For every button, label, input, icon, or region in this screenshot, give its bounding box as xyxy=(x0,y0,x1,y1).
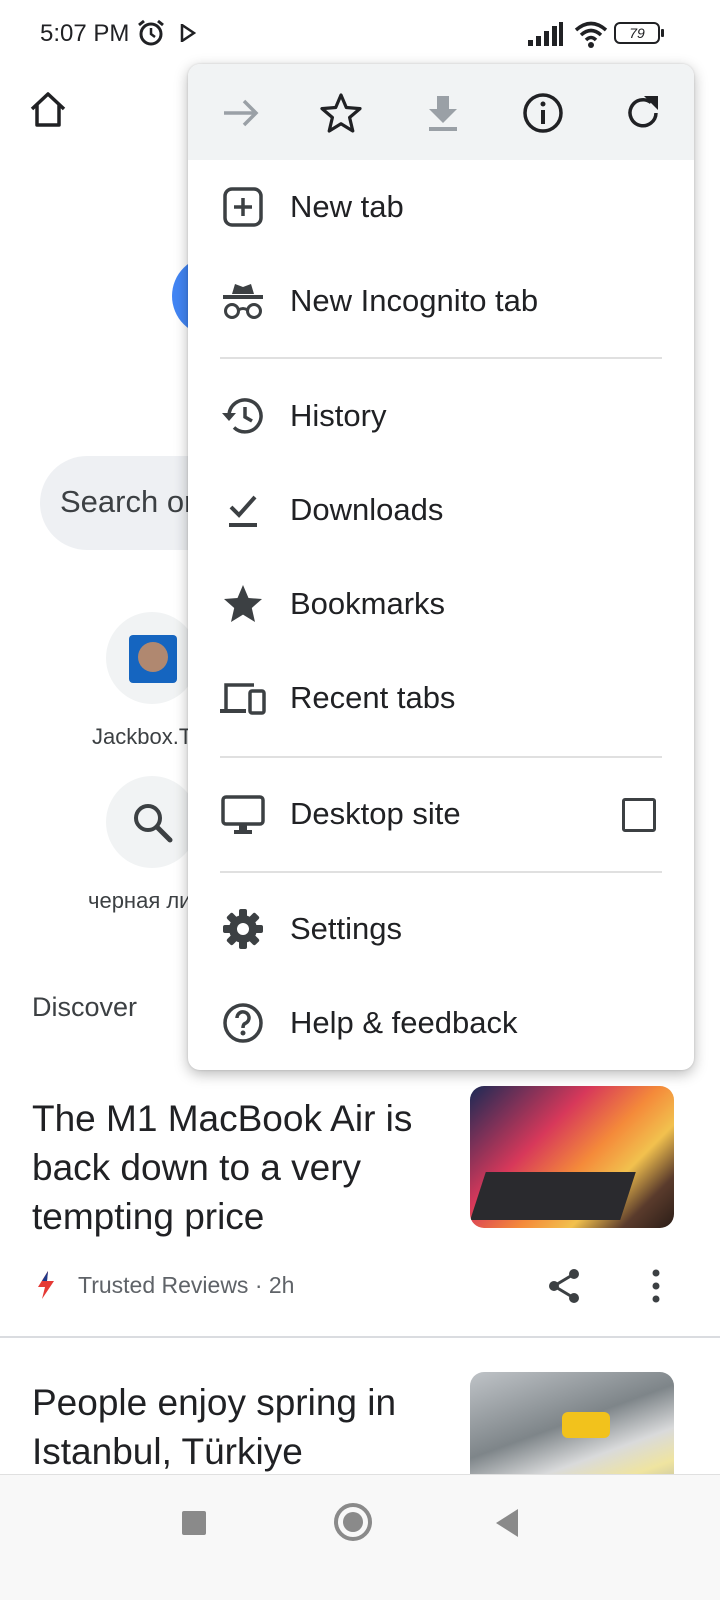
menu-item-history[interactable]: History xyxy=(188,370,694,464)
article-title[interactable]: The M1 MacBook Air is back down to a ver… xyxy=(32,1094,452,1241)
menu-divider xyxy=(220,756,662,758)
menu-item-recent-tabs[interactable]: Recent tabs xyxy=(188,652,694,746)
trusted-reviews-logo xyxy=(38,1271,54,1299)
menu-divider xyxy=(220,357,662,359)
menu-item-label: History xyxy=(290,398,387,433)
status-time: 5:07 PM xyxy=(40,20,130,47)
status-bar: 5:07 PM 79 xyxy=(0,0,720,66)
add-box-icon xyxy=(223,187,263,227)
home-icon[interactable] xyxy=(28,90,68,130)
shortcut-tile-search[interactable] xyxy=(106,776,198,868)
play-icon xyxy=(180,24,196,42)
system-nav-bar xyxy=(0,1474,720,1600)
incognito-icon xyxy=(223,284,263,319)
menu-item-label: Bookmarks xyxy=(290,586,446,621)
search-icon xyxy=(134,804,173,843)
menu-item-label: Downloads xyxy=(290,492,444,527)
download-icon[interactable] xyxy=(420,90,466,136)
signal-icon xyxy=(528,22,563,46)
jackbox-favicon xyxy=(129,635,177,683)
menu-item-settings[interactable]: Settings xyxy=(188,883,694,977)
overflow-menu: New tab New Incognito tab History Downlo… xyxy=(188,64,694,1070)
alarm-icon xyxy=(138,19,164,46)
article-title[interactable]: People enjoy spring in Istanbul, Türkiye xyxy=(32,1378,452,1476)
back-button[interactable] xyxy=(496,1509,518,1537)
arrow-forward-icon[interactable] xyxy=(218,90,264,136)
menu-item-label: Desktop site xyxy=(290,796,461,831)
history-icon xyxy=(222,398,263,434)
article-card[interactable]: People enjoy spring in Istanbul, Türkiye xyxy=(0,1372,720,1514)
desktop-icon xyxy=(221,795,265,834)
more-vert-icon[interactable] xyxy=(646,1268,666,1304)
menu-item-bookmarks[interactable]: Bookmarks xyxy=(188,558,694,652)
menu-divider xyxy=(220,871,662,873)
recents-button[interactable] xyxy=(182,1511,206,1535)
settings-icon xyxy=(223,909,263,949)
shortcut-tile-jackbox[interactable] xyxy=(106,612,198,704)
macbook-thumbnail[interactable] xyxy=(470,1086,674,1228)
menu-item-label: New tab xyxy=(290,189,404,224)
share-icon[interactable] xyxy=(546,1268,582,1304)
download-done-icon xyxy=(229,495,257,527)
menu-item-label: Help & feedback xyxy=(290,1005,518,1040)
star-outline-icon[interactable] xyxy=(318,90,364,136)
menu-item-downloads[interactable]: Downloads xyxy=(188,464,694,558)
menu-item-new-incognito-tab[interactable]: New Incognito tab xyxy=(188,255,694,349)
menu-item-label: New Incognito tab xyxy=(290,283,539,318)
article-source-row: Trusted Reviews · 2h xyxy=(32,1268,688,1304)
menu-item-desktop-site[interactable]: Desktop site xyxy=(188,768,694,862)
menu-item-label: Recent tabs xyxy=(290,680,456,715)
wifi-icon xyxy=(574,21,608,48)
menu-toolbar xyxy=(188,64,694,160)
help-icon xyxy=(223,1003,263,1043)
refresh-icon[interactable] xyxy=(620,90,666,136)
menu-item-help-feedback[interactable]: Help & feedback xyxy=(188,977,694,1070)
discover-heading: Discover xyxy=(32,992,138,1022)
desktop-site-checkbox[interactable] xyxy=(622,798,656,832)
menu-item-label: Settings xyxy=(290,911,403,946)
home-button[interactable] xyxy=(334,1503,372,1541)
menu-item-new-tab[interactable]: New tab xyxy=(188,161,694,255)
article-source: Trusted Reviews · 2h xyxy=(78,1272,295,1298)
battery-icon: 79 xyxy=(614,22,664,44)
devices-icon xyxy=(220,683,266,715)
article-card[interactable]: The M1 MacBook Air is back down to a ver… xyxy=(0,1086,720,1338)
info-icon[interactable] xyxy=(520,90,566,136)
battery-level: 79 xyxy=(629,25,645,41)
star-icon xyxy=(224,585,262,622)
